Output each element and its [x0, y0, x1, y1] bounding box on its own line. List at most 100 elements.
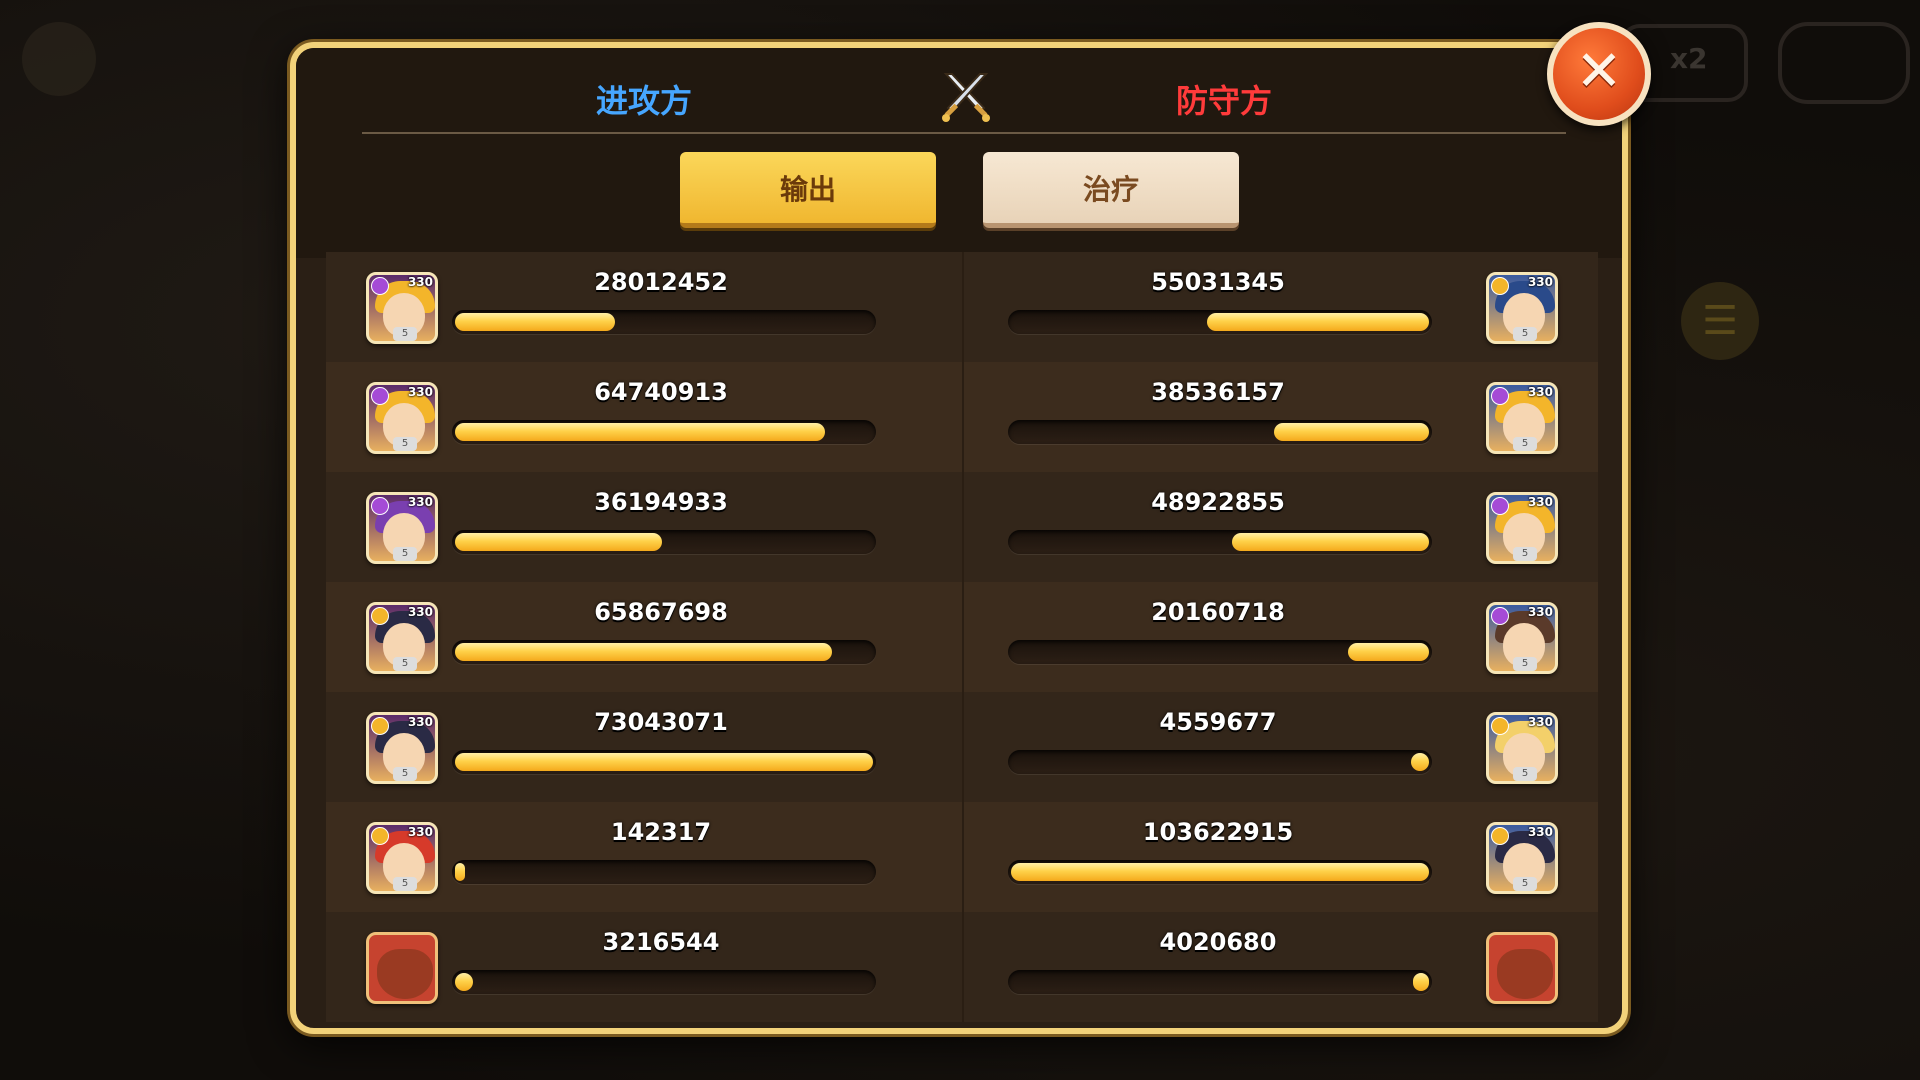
row-center-divider	[962, 582, 964, 692]
attacker-hero-avatar	[366, 932, 438, 1004]
row-center-divider	[962, 252, 964, 362]
defender-hero-avatar: 5 330	[1486, 492, 1558, 564]
defender-hero-avatar: 5 330	[1486, 602, 1558, 674]
attacker-hero-avatar: 5 330	[366, 602, 438, 674]
attacker-damage-bar	[452, 640, 876, 664]
stats-row: 5 330 5 330 28012452 55031345	[326, 252, 1598, 362]
row-center-divider	[962, 912, 964, 1022]
hero-level: 330	[407, 495, 433, 509]
attacker-damage-bar	[452, 750, 876, 774]
element-badge-icon	[1491, 277, 1509, 295]
attacker-hero-avatar: 5 330	[366, 272, 438, 344]
star-badge: 5	[393, 327, 417, 341]
tab-output[interactable]: 输出	[680, 152, 936, 228]
attacker-label: 进攻方	[596, 82, 693, 120]
background-play-button	[1778, 22, 1910, 104]
attacker-damage-bar	[452, 530, 876, 554]
defender-hero-avatar: 5 330	[1486, 382, 1558, 454]
stats-row: 5 330 5 330 65867698 20160718	[326, 582, 1598, 692]
star-badge: 5	[393, 547, 417, 561]
background-list-icon: ☰	[1681, 282, 1759, 360]
stats-row: 5 330 5 330 73043071 4559677	[326, 692, 1598, 802]
damage-bar-fill	[1207, 313, 1429, 331]
element-badge-icon	[371, 387, 389, 405]
stats-row: 5 330 5 330 142317 103622915	[326, 802, 1598, 912]
damage-bar-fill	[1348, 643, 1429, 661]
hero-level: 330	[407, 275, 433, 289]
attacker-damage-bar	[452, 860, 876, 884]
hero-level: 330	[407, 605, 433, 619]
row-center-divider	[962, 472, 964, 582]
star-badge: 5	[393, 767, 417, 781]
star-badge: 5	[1513, 657, 1537, 671]
damage-bar-fill	[1011, 863, 1429, 881]
attacker-damage-value: 142317	[610, 818, 712, 846]
element-badge-icon	[371, 607, 389, 625]
attacker-hero-avatar: 5 330	[366, 382, 438, 454]
star-badge: 5	[393, 877, 417, 891]
hero-level: 330	[1527, 275, 1553, 289]
damage-bar-fill	[1274, 423, 1429, 441]
close-icon: ✕	[1575, 39, 1623, 104]
attacker-damage-bar	[452, 970, 876, 994]
star-badge: 5	[1513, 327, 1537, 341]
defender-damage-bar	[1008, 640, 1432, 664]
attacker-hero-avatar: 5 330	[366, 712, 438, 784]
star-badge: 5	[393, 657, 417, 671]
element-badge-icon	[371, 277, 389, 295]
star-badge: 5	[1513, 877, 1537, 891]
row-center-divider	[962, 802, 964, 912]
defender-hero-avatar	[1486, 932, 1558, 1004]
attacker-damage-value: 64740913	[594, 378, 728, 406]
attacker-damage-value: 28012452	[594, 268, 728, 296]
attacker-damage-value: 36194933	[594, 488, 728, 516]
damage-bar-fill	[1232, 533, 1429, 551]
header-divider	[362, 132, 1566, 134]
attacker-damage-bar	[452, 310, 876, 334]
element-badge-icon	[371, 497, 389, 515]
element-badge-icon	[1491, 607, 1509, 625]
stats-row: 3216544 4020680	[326, 912, 1598, 1022]
hero-level: 330	[407, 385, 433, 399]
attacker-damage-bar	[452, 420, 876, 444]
tab-heal[interactable]: 治疗	[983, 152, 1239, 228]
hero-level: 330	[1527, 605, 1553, 619]
damage-bar-fill	[455, 533, 662, 551]
defender-damage-bar	[1008, 530, 1432, 554]
star-badge: 5	[1513, 767, 1537, 781]
attacker-hero-avatar: 5 330	[366, 492, 438, 564]
hero-level: 330	[1527, 385, 1553, 399]
defender-damage-bar	[1008, 860, 1432, 884]
close-button[interactable]: ✕	[1547, 22, 1651, 126]
row-center-divider	[962, 362, 964, 472]
damage-bar-fill	[455, 313, 615, 331]
defender-damage-bar	[1008, 750, 1432, 774]
background-speed-label: x2	[1670, 42, 1708, 75]
defender-damage-value: 4559677	[1159, 708, 1277, 736]
hero-level: 330	[407, 825, 433, 839]
defender-damage-value: 20160718	[1151, 598, 1285, 626]
damage-bar-fill	[455, 973, 473, 991]
background-menu-button	[22, 22, 96, 96]
defender-damage-value: 55031345	[1151, 268, 1285, 296]
hero-level: 330	[407, 715, 433, 729]
defender-label: 防守方	[1176, 82, 1273, 120]
element-badge-icon	[371, 717, 389, 735]
defender-damage-value: 4020680	[1159, 928, 1277, 956]
attacker-damage-value: 73043071	[594, 708, 728, 736]
damage-bar-fill	[455, 643, 832, 661]
stats-row: 5 330 5 330 64740913 38536157	[326, 362, 1598, 472]
damage-bar-fill	[1411, 753, 1429, 771]
hero-level: 330	[1527, 715, 1553, 729]
attacker-damage-value: 3216544	[602, 928, 720, 956]
star-badge: 5	[1513, 437, 1537, 451]
defender-damage-bar	[1008, 310, 1432, 334]
crossed-swords-icon	[942, 73, 990, 122]
defender-hero-avatar: 5 330	[1486, 712, 1558, 784]
star-badge: 5	[1513, 547, 1537, 561]
element-badge-icon	[1491, 717, 1509, 735]
damage-bar-fill	[455, 863, 465, 881]
defender-hero-avatar: 5 330	[1486, 272, 1558, 344]
defender-hero-avatar: 5 330	[1486, 822, 1558, 894]
element-badge-icon	[1491, 497, 1509, 515]
